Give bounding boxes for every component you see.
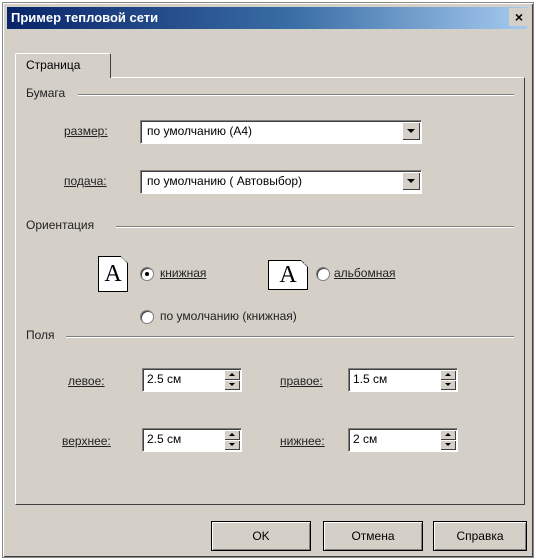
title-bar[interactable]: Пример тепловой сети × <box>7 7 529 29</box>
chevron-down-icon[interactable] <box>402 122 420 140</box>
stepper-up-icon[interactable] <box>224 370 240 380</box>
margin-bottom-label: нижнее: <box>280 434 325 448</box>
ok-button[interactable]: OK <box>211 521 311 551</box>
stepper-down-icon[interactable] <box>224 380 240 390</box>
paper-group-label: Бумага <box>26 86 66 100</box>
margins-group-divider <box>66 336 514 338</box>
tab-panel: Бумага размер: по умолчанию (A4) подача:… <box>15 77 525 505</box>
margin-top-value: 2.5 см <box>147 432 182 446</box>
stepper-down-icon[interactable] <box>224 440 240 450</box>
default-orientation-label[interactable]: по умолчанию (книжная) <box>160 309 297 323</box>
stepper-up-icon[interactable] <box>224 430 240 440</box>
margin-right-label: правое: <box>280 374 323 388</box>
paper-source-select[interactable]: по умолчанию ( Автовыбор) <box>140 170 422 194</box>
portrait-label[interactable]: книжная <box>160 266 206 280</box>
margin-left-label: левое: <box>68 374 105 388</box>
orientation-group-label: Ориентация <box>26 218 95 232</box>
margin-top-label: верхнее: <box>62 434 111 448</box>
chevron-down-icon[interactable] <box>402 172 420 190</box>
paper-source-value: по умолчанию ( Автовыбор) <box>147 174 303 188</box>
margin-bottom-value: 2 см <box>353 432 378 446</box>
margin-left-value: 2.5 см <box>147 372 182 386</box>
close-button[interactable]: × <box>509 8 529 26</box>
portrait-radio[interactable] <box>140 267 154 281</box>
tab-page[interactable]: Страница <box>15 53 111 78</box>
margin-left-stepper[interactable]: 2.5 см <box>142 368 242 392</box>
margin-bottom-stepper[interactable]: 2 см <box>348 428 458 452</box>
paper-size-label: размер: <box>64 124 108 138</box>
portrait-page-icon: A <box>98 256 128 292</box>
stepper-down-icon[interactable] <box>440 380 456 390</box>
default-orientation-radio[interactable] <box>140 310 154 324</box>
margin-right-stepper[interactable]: 1.5 см <box>348 368 458 392</box>
margins-group-label: Поля <box>26 328 55 342</box>
stepper-down-icon[interactable] <box>440 440 456 450</box>
landscape-radio[interactable] <box>316 267 330 281</box>
margin-top-stepper[interactable]: 2.5 см <box>142 428 242 452</box>
print-setup-dialog: Пример тепловой сети × Страница Бумага р… <box>2 2 534 558</box>
landscape-page-icon: A <box>268 260 308 290</box>
window-title: Пример тепловой сети <box>11 10 159 25</box>
paper-group-divider <box>78 94 514 96</box>
paper-size-select[interactable]: по умолчанию (A4) <box>140 120 422 144</box>
orientation-group-divider <box>116 226 514 228</box>
stepper-up-icon[interactable] <box>440 430 456 440</box>
paper-source-label: подача: <box>64 174 107 188</box>
paper-size-value: по умолчанию (A4) <box>147 124 253 138</box>
cancel-button[interactable]: Отмена <box>323 521 423 551</box>
stepper-up-icon[interactable] <box>440 370 456 380</box>
margin-right-value: 1.5 см <box>353 372 388 386</box>
help-button[interactable]: Справка <box>433 521 527 551</box>
tab-page-label: Страница <box>26 58 81 72</box>
landscape-label[interactable]: альбомная <box>334 266 396 280</box>
